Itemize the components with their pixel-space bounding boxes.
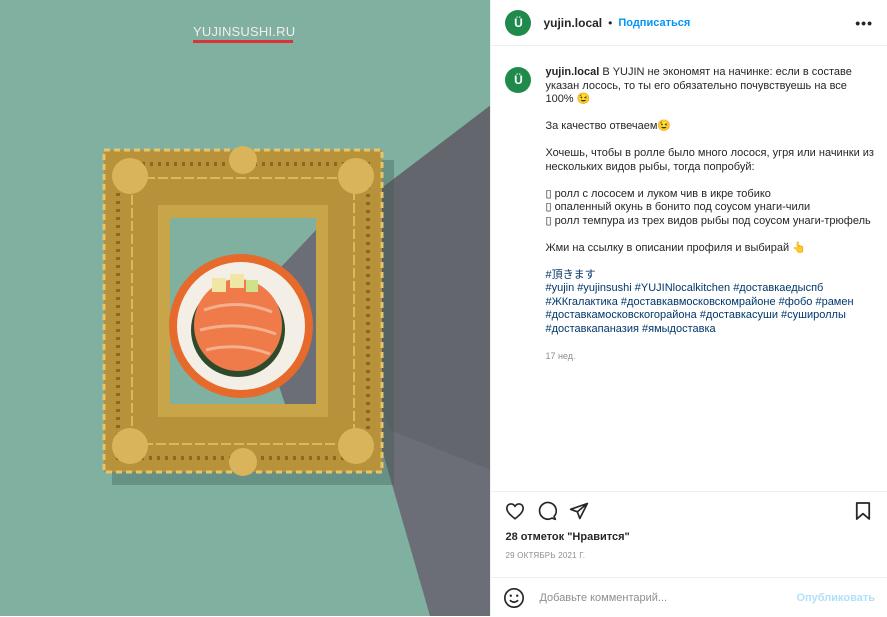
hashtag-link[interactable]: #yujinsushi: [577, 282, 631, 294]
hashtag-link[interactable]: #yujin: [545, 282, 574, 294]
hashtag-link[interactable]: #доставкаедыспб: [733, 282, 823, 294]
caption-item-3: ▯ ролл темпура из трех видов рыбы под со…: [545, 214, 871, 227]
watermark-text: YUJINSUSHI.RU: [193, 24, 296, 39]
post-date: 29 ОКТЯБРЬ 2021 Г.: [505, 551, 586, 560]
share-direct-icon[interactable]: [567, 499, 591, 523]
hashtag-link[interactable]: #доставкасуши: [700, 309, 778, 321]
more-options-icon[interactable]: •••: [855, 15, 873, 31]
post-image[interactable]: YUJINSUSHI.RU: [0, 0, 491, 616]
like-heart-icon[interactable]: [503, 499, 527, 523]
post-header: Ü yujin.local • Подписаться •••: [491, 0, 887, 46]
watermark-underline: [193, 40, 293, 43]
caption-item-1: ▯ ролл с лососем и луком чив в икре тоби…: [545, 187, 771, 200]
hashtag-link[interactable]: #фобо: [779, 296, 813, 308]
bookmark-save-icon[interactable]: [851, 499, 875, 523]
hashtag-link[interactable]: #доставкавмосковскомрайоне: [621, 296, 776, 308]
post-age[interactable]: 17 нед.: [545, 350, 877, 364]
caption-item-2: ▯ опаленный окунь в бонито под соусом ун…: [545, 201, 811, 213]
header-username[interactable]: yujin.local: [543, 16, 602, 30]
caption-avatar[interactable]: Ü: [505, 67, 532, 93]
emoji-smile-icon[interactable]: [503, 587, 525, 609]
caption-row: Ü yujin.local В YUJIN не экономят на нач…: [505, 66, 877, 364]
caption-area: Ü yujin.local В YUJIN не экономят на нач…: [491, 46, 887, 491]
hashtag-link[interactable]: #YUJINlocalkitchen: [635, 282, 730, 294]
separator-dot: •: [608, 15, 613, 30]
post-sidebar: Ü yujin.local • Подписаться ••• Ü yujin.…: [490, 0, 887, 616]
caption-text: yujin.local В YUJIN не экономят на начин…: [545, 66, 877, 364]
icons-row: [491, 493, 887, 529]
caption-username[interactable]: yujin.local: [545, 66, 599, 78]
hashtag-link[interactable]: #рамен: [815, 296, 853, 308]
hashtag-link[interactable]: #頂きます: [545, 269, 595, 281]
caption-line-4: Жми на ссылку в описании профиля и выбир…: [545, 241, 806, 254]
likes-count[interactable]: 28 отметок "Нравится": [491, 531, 887, 543]
comment-bubble-icon[interactable]: [535, 499, 559, 523]
add-comment-bar: Опубликовать: [491, 577, 887, 617]
publish-button[interactable]: Опубликовать: [796, 592, 875, 604]
actions-bar: 28 отметок "Нравится" 29 ОКТЯБРЬ 2021 Г.: [491, 491, 887, 560]
avatar[interactable]: Ü: [505, 9, 532, 36]
hashtag-link[interactable]: #сушироллы: [781, 309, 846, 321]
caption-line-2: За качество отвечаем😉: [545, 120, 672, 132]
sushi-photo: [0, 0, 491, 616]
hashtag-link[interactable]: #ЖКгалактика: [545, 296, 617, 308]
hashtag-list: #頂きます #yujin #yujinsushi #YUJINlocalkitc…: [545, 269, 877, 337]
caption-line-3: Хочешь, чтобы в ролле было много лосося,…: [545, 147, 874, 173]
hashtag-link[interactable]: #ямыдоставка: [642, 323, 716, 335]
follow-button[interactable]: Подписаться: [618, 17, 690, 29]
comment-input[interactable]: [537, 590, 797, 605]
hashtag-link[interactable]: #доставкапаназия: [545, 323, 639, 335]
hashtag-link[interactable]: #доставкамосковскогорайона: [545, 309, 696, 321]
